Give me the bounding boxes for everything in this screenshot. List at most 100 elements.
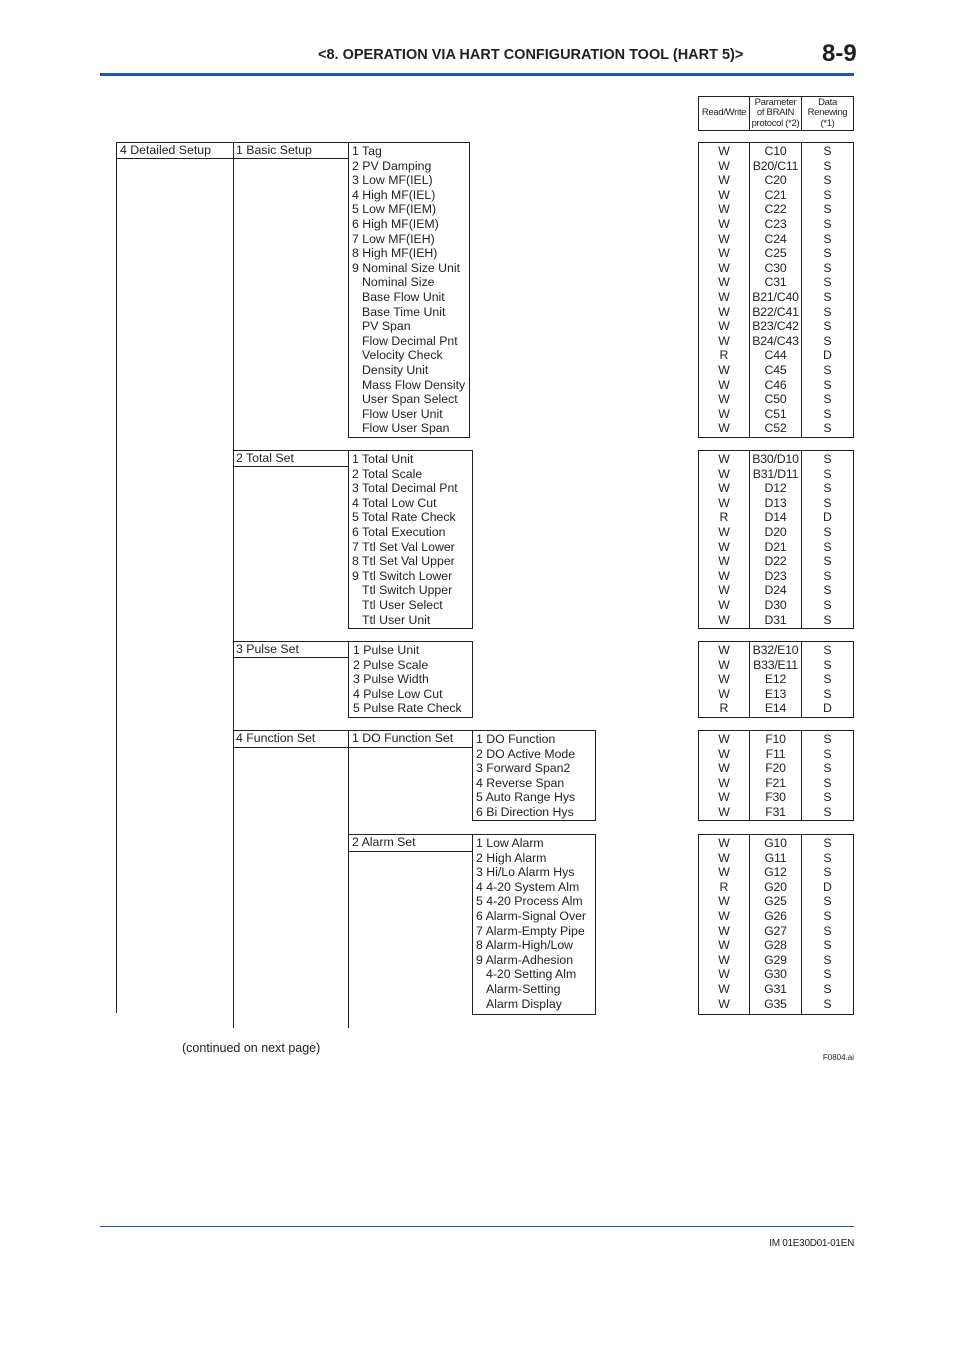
- read-write-cell: W: [718, 275, 730, 290]
- basic-setup-items: 1 Tag 2 PV Damping 3 Low MF(IEL) 4 High MF(…: [348, 142, 470, 438]
- menu-item: 5 Total Rate Check: [352, 510, 456, 525]
- menu-item: 8 High MF(IEH): [352, 246, 438, 261]
- menu-item: 4 Pulse Low Cut: [353, 686, 443, 701]
- menu-item: 4-20 Setting Alm: [486, 967, 577, 982]
- menu-item: 5 Auto Range Hys: [476, 790, 576, 805]
- document-number: IM 01E30D01-01EN: [769, 1238, 854, 1249]
- read-write-cell: W: [718, 865, 730, 880]
- brain-parameter-cell: C45: [764, 362, 787, 377]
- data-renewing-cell: S: [823, 996, 832, 1011]
- read-write-cell: W: [718, 761, 730, 776]
- menu-item: 5 4-20 Process Alm: [476, 894, 583, 909]
- read-write-column: WWWWWW: [699, 731, 750, 820]
- brain-parameter-cell: G35: [764, 996, 787, 1011]
- menu-level1-detailed-setup: 4 Detailed Setup: [116, 142, 234, 159]
- brain-parameter-cell: G28: [764, 938, 787, 953]
- data-renewing-cell: S: [823, 894, 832, 909]
- brain-parameter-cell: C22: [764, 202, 787, 217]
- menu-item: 2 Total Scale: [352, 466, 423, 481]
- data-renewing-cell: S: [823, 187, 832, 202]
- brain-parameter-cell: F20: [765, 761, 786, 776]
- brain-parameter-cell: F11: [765, 746, 786, 761]
- menu-item: 9 Ttl Switch Lower: [352, 568, 453, 583]
- data-renewing-cell: S: [823, 981, 832, 996]
- brain-parameter-cell: C52: [764, 421, 787, 436]
- menu-item: 3 Low MF(IEL): [352, 173, 433, 188]
- data-renewing-cell: S: [823, 761, 832, 776]
- read-write-cell: W: [718, 568, 730, 583]
- brain-parameter-cell: D14: [764, 510, 787, 525]
- read-write-cell: W: [718, 289, 730, 304]
- section-title: <8. OPERATION VIA HART CONFIGURATION TOO…: [318, 47, 744, 63]
- read-write-column: WWWRWWWWWWWW: [699, 835, 750, 1014]
- read-write-cell: W: [718, 597, 730, 612]
- brain-parameter-cell: G10: [764, 836, 787, 850]
- read-write-cell: W: [718, 583, 730, 598]
- data-renewing-cell: S: [823, 612, 832, 627]
- data-renewing-cell: S: [823, 319, 832, 334]
- menu-item: 9 Nominal Size Unit: [352, 260, 460, 275]
- menu-item: 1 Total Unit: [352, 452, 414, 466]
- menu-item: 6 Alarm-Signal Over: [476, 908, 587, 923]
- read-write-cell: W: [718, 304, 730, 319]
- menu-item: PV Span: [362, 319, 411, 334]
- brain-parameter-header: Parameter of BRAIN protocol (*2): [750, 97, 802, 130]
- brain-parameter-cell: B30/D10: [752, 452, 799, 466]
- brain-parameter-cell: B31/D11: [752, 466, 799, 481]
- pulse-set-params: W W W W R B32/E10 B33/E11 E12 E13 E14 S S S S D: [698, 641, 854, 718]
- menu-item: Mass Flow Density: [362, 377, 466, 392]
- read-write-cell: W: [718, 539, 730, 554]
- data-renewing-cell: D: [823, 348, 832, 363]
- menu-item: 3 Forward Span2: [476, 761, 571, 776]
- level1-tree-line: [116, 158, 117, 1013]
- read-write-cell: W: [718, 952, 730, 967]
- read-write-cell: W: [718, 967, 730, 982]
- menu-item: Nominal Size: [362, 275, 435, 290]
- data-renewing-column: SSSSSSSSSSSSSSDSSSSS: [802, 143, 853, 437]
- pulse-set-items: 1 Pulse Unit 2 Pulse Scale 3 Pulse Width 4 …: [348, 641, 473, 718]
- total-set-params: W W W W R W W W W W W W B30/D10 B31/D11 D12 D13 D14 D20 D2…: [698, 450, 854, 629]
- menu-item: 4 4-20 System Alm: [476, 879, 580, 894]
- data-renewing-cell: S: [823, 406, 832, 421]
- menu-item: Alarm-Setting: [486, 981, 561, 996]
- menu-alarm-set: 2 Alarm Set: [348, 834, 473, 852]
- data-renewing-cell: S: [823, 923, 832, 938]
- footer-rule: [100, 1226, 854, 1227]
- brain-parameter-column: G10 G11 G12 G20 G25 G26 G27 G28 G29 G30 G31 G35: [750, 835, 802, 1014]
- brain-parameter-column: B30/D10 B31/D11 D12 D13 D14 D20 D21 D22 D23 D24 D3…: [750, 451, 802, 628]
- brain-parameter-cell: C46: [764, 377, 787, 392]
- read-write-cell: W: [718, 836, 730, 850]
- brain-parameter-cell: C24: [764, 231, 787, 246]
- data-renewing-cell: S: [823, 597, 832, 612]
- read-write-cell: W: [718, 804, 730, 819]
- read-write-cell: W: [718, 746, 730, 761]
- figure-id: F0804.ai: [822, 1053, 854, 1062]
- menu-do-function-set: 1 DO Function Set: [348, 730, 473, 748]
- brain-parameter-cell: D23: [764, 568, 787, 583]
- brain-parameter-cell: G29: [764, 952, 787, 967]
- menu-item: 7 Ttl Set Val Lower: [352, 539, 455, 554]
- read-write-cell: W: [718, 524, 730, 539]
- menu-item: Ttl User Select: [362, 597, 443, 612]
- data-renewing-cell: S: [823, 452, 832, 466]
- data-renewing-cell: S: [823, 216, 832, 231]
- read-write-column: WWWWWWWWWWWWWWRWWWWW: [699, 143, 750, 437]
- brain-parameter-cell: E13: [764, 686, 787, 701]
- menu-item: 1 DO Function: [476, 732, 556, 746]
- data-renewing-cell: S: [823, 260, 832, 275]
- data-renewing-cell: S: [823, 466, 832, 481]
- menu-item: 2 High Alarm: [476, 850, 547, 865]
- brain-parameter-cell: G27: [764, 923, 787, 938]
- data-renewing-cell: S: [823, 952, 832, 967]
- brain-parameter-cell: G11: [764, 850, 787, 865]
- read-write-cell: W: [718, 144, 730, 158]
- data-renewing-cell: D: [823, 879, 832, 894]
- menu-item: Ttl User Unit: [362, 612, 431, 627]
- menu-item: 8 Alarm-High/Low: [476, 938, 574, 953]
- brain-parameter-cell: D22: [764, 554, 787, 569]
- data-renewing-cell: S: [823, 231, 832, 246]
- read-write-cell: W: [718, 466, 730, 481]
- read-write-cell: R: [719, 879, 729, 894]
- read-write-cell: W: [718, 775, 730, 790]
- brain-parameter-cell: D20: [764, 524, 787, 539]
